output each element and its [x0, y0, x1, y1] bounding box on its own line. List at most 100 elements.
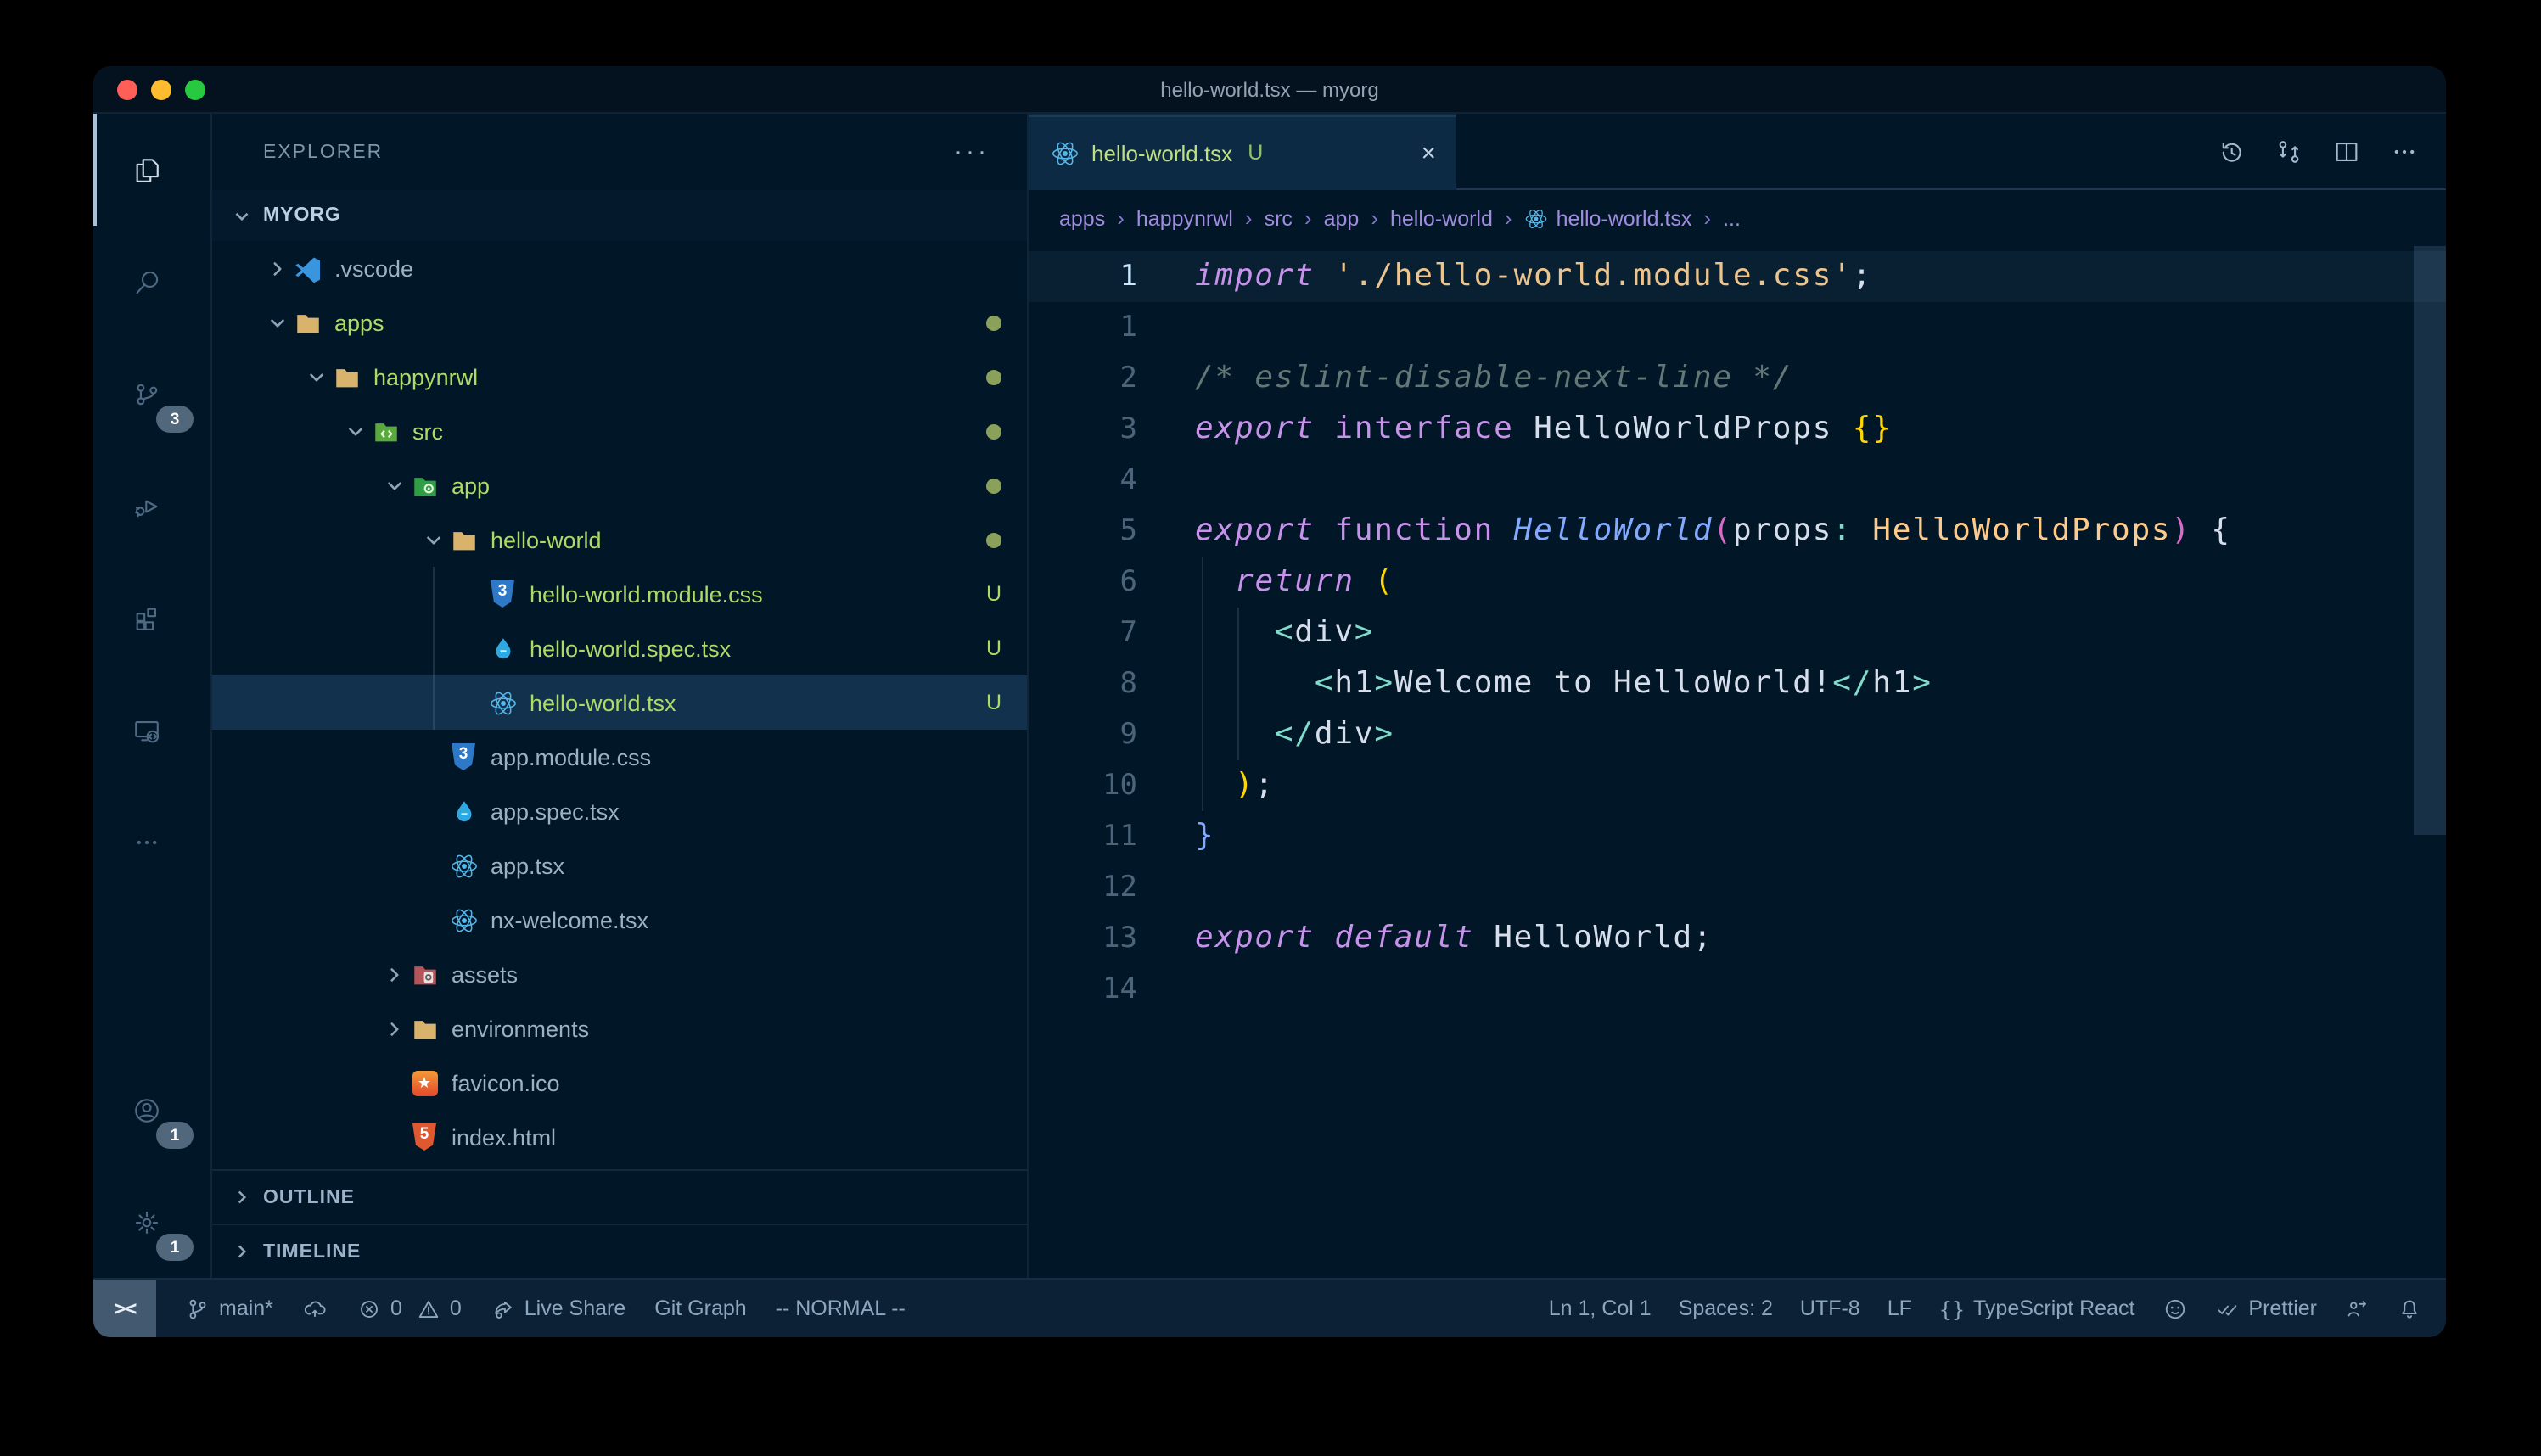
tree-item-happynrwl[interactable]: happynrwl: [212, 350, 1027, 404]
code-line[interactable]: 6 return (: [1029, 557, 2446, 608]
editor-scrollbar[interactable]: [2414, 246, 2446, 835]
activity-bar-item-accounts[interactable]: 1: [93, 1054, 210, 1166]
code-line[interactable]: 1import './hello-world.module.css';: [1029, 251, 2446, 302]
status-item-encoding[interactable]: UTF-8: [1800, 1296, 1860, 1320]
git-untracked-badge: U: [986, 691, 1001, 714]
status-item-warnings[interactable]: 0: [416, 1296, 462, 1321]
code-line[interactable]: 5export function HelloWorld(props: Hello…: [1029, 506, 2446, 557]
open-timeline-icon[interactable]: [2217, 137, 2246, 165]
tree-item-hello-world[interactable]: hello-world: [212, 512, 1027, 567]
status-bar-left: main* 00 Live Share Git Graph -- NORMAL --: [185, 1296, 906, 1321]
title-bar[interactable]: hello-world.tsx — myorg: [93, 66, 2446, 114]
activity-bar-item-run-debug[interactable]: [93, 450, 210, 562]
chevron-down-icon[interactable]: [379, 474, 409, 496]
status-item-live-share[interactable]: Live Share: [491, 1296, 626, 1321]
breadcrumb-separator-icon: ›: [1245, 205, 1253, 231]
code-line[interactable]: 13export default HelloWorld;: [1029, 913, 2446, 964]
breadcrumb-item--[interactable]: ...: [1723, 206, 1741, 230]
chevron-right-icon[interactable]: [261, 257, 292, 279]
tree-item-app-tsx[interactable]: app.tsx: [212, 838, 1027, 893]
close-tab-icon[interactable]: ×: [1421, 140, 1436, 165]
status-item-label: LF: [1888, 1296, 1912, 1320]
activity-bar-item-search[interactable]: [93, 226, 210, 338]
html-icon: 5: [409, 1122, 440, 1152]
close-window-button[interactable]: [117, 79, 137, 99]
status-item-notifications[interactable]: [2397, 1296, 2422, 1321]
status-item-errors[interactable]: 0: [356, 1296, 402, 1321]
split-editor-icon[interactable]: [2332, 137, 2361, 165]
breadcrumb-item-apps[interactable]: apps: [1059, 206, 1105, 230]
tree-item-environments[interactable]: environments: [212, 1001, 1027, 1056]
tree-item-nx-welcome-tsx[interactable]: nx-welcome.tsx: [212, 893, 1027, 947]
minimize-window-button[interactable]: [151, 79, 171, 99]
status-bar: >< main* 00 Live Share Git Graph -- NORMAL -…: [93, 1278, 2446, 1337]
breadcrumb-item-src[interactable]: src: [1265, 206, 1293, 230]
breadcrumb-item-app[interactable]: app: [1324, 206, 1360, 230]
code-line[interactable]: 7 <div>: [1029, 608, 2446, 658]
tree-item-app-spec-tsx[interactable]: app.spec.tsx: [212, 784, 1027, 838]
code-line[interactable]: 12: [1029, 862, 2446, 913]
status-item-publish[interactable]: [302, 1296, 328, 1321]
tree-item-hello-world-tsx[interactable]: hello-world.tsxU: [212, 675, 1027, 730]
chevron-down-icon[interactable]: [300, 366, 331, 388]
chevron-right-icon[interactable]: [379, 963, 409, 985]
line-number: 1: [1029, 251, 1137, 302]
status-item-vim-mode[interactable]: -- NORMAL --: [776, 1296, 906, 1320]
activity-bar-item-more[interactable]: [93, 786, 210, 898]
tree-item-favicon-ico[interactable]: ★favicon.ico: [212, 1056, 1027, 1110]
status-item-language-mode[interactable]: {}TypeScript React: [1939, 1296, 2135, 1321]
remote-indicator[interactable]: ><: [93, 1280, 156, 1337]
chevron-right-icon[interactable]: [379, 1017, 409, 1039]
tree-item-app-module-css[interactable]: 3app.module.css: [212, 730, 1027, 784]
chevron-down-icon[interactable]: [339, 420, 370, 442]
tree-item-assets[interactable]: assets: [212, 947, 1027, 1001]
chevron-down-icon[interactable]: [261, 311, 292, 333]
activity-bar-item-explorer[interactable]: [93, 114, 210, 226]
outline-section-header[interactable]: OUTLINE: [212, 1169, 1027, 1224]
tree-item-src[interactable]: src: [212, 404, 1027, 458]
code-line[interactable]: 4: [1029, 455, 2446, 506]
tree-item--vscode[interactable]: .vscode: [212, 241, 1027, 295]
activity-bar-item-remote-explorer[interactable]: [93, 674, 210, 786]
open-changes-icon[interactable]: [2275, 137, 2303, 165]
breadcrumb-item-happynrwl[interactable]: happynrwl: [1136, 206, 1233, 230]
code-line[interactable]: 14: [1029, 964, 2446, 1015]
code-line[interactable]: 9 </div>: [1029, 709, 2446, 760]
status-item-feedback[interactable]: [2344, 1296, 2370, 1321]
tree-item-label: hello-world.spec.tsx: [530, 636, 731, 661]
more-actions-icon[interactable]: [2390, 137, 2419, 165]
tree-item-hello-world-module-css[interactable]: 3hello-world.module.cssU: [212, 567, 1027, 621]
tree-item-app[interactable]: app: [212, 458, 1027, 512]
code-line[interactable]: 3export interface HelloWorldProps {}: [1029, 404, 2446, 455]
activity-bar-item-settings[interactable]: 1: [93, 1166, 210, 1278]
timeline-section-header[interactable]: TIMELINE: [212, 1224, 1027, 1278]
workspace-section-header[interactable]: MYORG: [212, 190, 1027, 241]
chevron-down-icon[interactable]: [418, 529, 448, 551]
code-line[interactable]: 1: [1029, 302, 2446, 353]
code-line[interactable]: 11}: [1029, 811, 2446, 862]
code-editor[interactable]: 1import './hello-world.module.css';12/* …: [1029, 246, 2446, 1278]
tab-hello-world-tsx[interactable]: hello-world.tsx U ×: [1029, 114, 1456, 190]
status-item-cursor-position[interactable]: Ln 1, Col 1: [1549, 1296, 1652, 1320]
status-item-git-branch[interactable]: main*: [185, 1296, 273, 1321]
tree-item-label: hello-world.module.css: [530, 581, 763, 607]
tree-item-hello-world-spec-tsx[interactable]: hello-world.spec.tsxU: [212, 621, 1027, 675]
explorer-more-actions-icon[interactable]: ···: [954, 137, 990, 166]
status-item-prettier[interactable]: Prettier: [2214, 1296, 2317, 1321]
tree-item-apps[interactable]: apps: [212, 295, 1027, 350]
zoom-window-button[interactable]: [185, 79, 205, 99]
activity-bar-item-source-control[interactable]: 3: [93, 338, 210, 450]
status-item-git-graph[interactable]: Git Graph: [654, 1296, 746, 1320]
line-number: 1: [1029, 302, 1137, 353]
code-line[interactable]: 8 <h1>Welcome to HelloWorld!</h1>: [1029, 658, 2446, 709]
status-item-label: 0: [390, 1296, 402, 1320]
tree-item-index-html[interactable]: 5index.html: [212, 1110, 1027, 1164]
activity-bar-item-extensions[interactable]: [93, 562, 210, 674]
code-line[interactable]: 10 );: [1029, 760, 2446, 811]
breadcrumb-item-hello-world-tsx[interactable]: hello-world.tsx: [1524, 206, 1692, 230]
code-line[interactable]: 2/* eslint-disable-next-line */: [1029, 353, 2446, 404]
status-item-github[interactable]: [2162, 1296, 2187, 1321]
status-item-indentation[interactable]: Spaces: 2: [1679, 1296, 1773, 1320]
status-item-eol[interactable]: LF: [1888, 1296, 1912, 1320]
breadcrumb-item-hello-world[interactable]: hello-world: [1390, 206, 1493, 230]
